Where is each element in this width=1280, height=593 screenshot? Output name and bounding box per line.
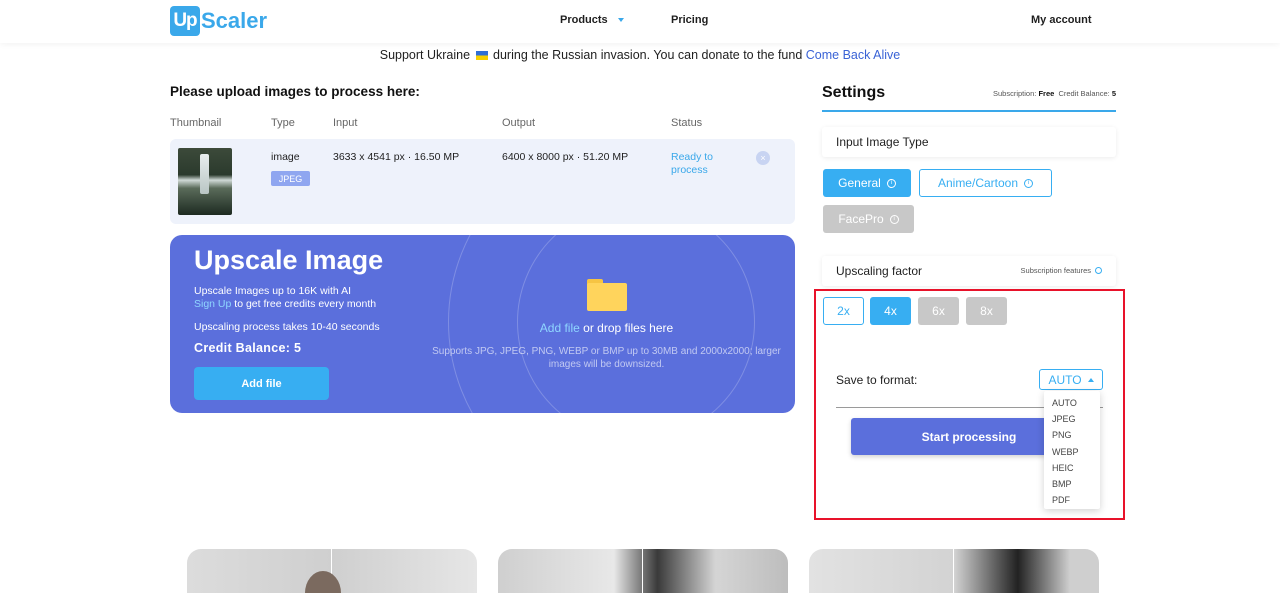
upscale-card: Upscale Image Upscale Images up to 16K w…: [170, 235, 795, 413]
upscale-title: Upscale Image: [194, 245, 384, 275]
logo-text: Scaler: [201, 8, 268, 33]
nav-products[interactable]: Products: [560, 14, 624, 26]
type-general-button[interactable]: General i: [823, 169, 911, 197]
process-time: Upscaling process takes 10-40 seconds: [194, 321, 380, 333]
drop-add-file-link[interactable]: Add file: [540, 321, 580, 335]
preview-image: [809, 549, 1099, 593]
column-header-status: Status: [671, 117, 703, 129]
file-row: image JPEG 3633 x 4541 px · 16.50 MP 640…: [170, 139, 795, 224]
drop-zone-text[interactable]: Add file or drop files here: [420, 321, 793, 335]
folder-icon[interactable]: [587, 279, 627, 311]
nav-account-label: My account: [1031, 14, 1092, 26]
type-anime-label: Anime/Cartoon: [937, 176, 1019, 190]
upload-title: Please upload images to process here:: [170, 84, 420, 99]
input-type-panel: Input Image Type: [822, 127, 1116, 157]
format-badge: JPEG: [271, 171, 310, 186]
subscription-features-label: Subscription features: [1020, 266, 1091, 275]
info-icon[interactable]: i: [886, 178, 896, 188]
type-facepro-button[interactable]: FacePro i: [823, 205, 914, 233]
upscale-description: Upscale Images up to 16K with AI: [194, 285, 352, 297]
status-text: Ready to process: [671, 151, 714, 176]
logo-mark: Up: [170, 6, 200, 36]
support-banner: Support Ukraine during the Russian invas…: [0, 48, 1280, 62]
settings-underline: [822, 110, 1116, 112]
supported-formats: Supports JPG, JPEG, PNG, WEBP or BMP up …: [432, 346, 781, 370]
subscription-label: Subscription:: [992, 89, 1037, 98]
column-header-type: Type: [271, 117, 295, 129]
upscaling-factor-label: Upscaling factor: [836, 264, 923, 278]
file-type: image: [271, 151, 300, 163]
drop-rest: or drop files here: [583, 321, 674, 335]
info-icon[interactable]: i: [889, 214, 899, 224]
subscription-info: Subscription: Free Credit Balance: 5: [993, 89, 1116, 98]
input-size: 3633 x 4541 px · 16.50 MP: [333, 151, 460, 163]
column-header-output: Output: [502, 117, 536, 129]
top-header: Up Scaler Products Pricing My account: [0, 0, 1280, 43]
credit-label: Credit Balance:: [1058, 89, 1110, 98]
column-header-thumbnail: Thumbnail: [170, 117, 222, 129]
preview-image: [498, 549, 788, 593]
info-icon: [1095, 267, 1102, 274]
type-anime-button[interactable]: Anime/Cartoon i: [919, 169, 1052, 197]
settings-title: Settings: [822, 84, 886, 101]
nav-pricing[interactable]: Pricing: [671, 14, 708, 26]
come-back-alive-link[interactable]: Come Back Alive: [806, 48, 900, 62]
banner-text-after: during the Russian invasion. You can don…: [493, 48, 803, 62]
highlight-box: [814, 289, 1125, 520]
sign-up-link[interactable]: Sign Up: [194, 298, 231, 310]
signup-line: Sign Up to get free credits every month: [194, 298, 376, 310]
remove-file-icon[interactable]: ×: [756, 151, 770, 165]
input-type-label: Input Image Type: [836, 135, 929, 149]
ukraine-flag-icon: [475, 51, 488, 60]
credit-value: 5: [1111, 89, 1116, 98]
subscription-features[interactable]: Subscription features: [1021, 266, 1102, 275]
image-thumbnail: [178, 148, 232, 215]
output-size: 6400 x 8000 px · 51.20 MP: [502, 151, 629, 163]
type-general-label: General: [838, 176, 881, 190]
nav-my-account[interactable]: My account: [1031, 14, 1092, 26]
credit-balance: Credit Balance: 5: [194, 341, 302, 355]
banner-text-before: Support Ukraine: [379, 48, 471, 62]
column-header-input: Input: [333, 117, 358, 129]
signup-rest: to get free credits every month: [234, 298, 377, 310]
upscaler-logo[interactable]: Up Scaler: [170, 5, 267, 37]
add-file-button[interactable]: Add file: [194, 367, 329, 400]
chevron-down-icon: [617, 18, 624, 22]
info-icon[interactable]: i: [1024, 178, 1034, 188]
nav-products-label: Products: [560, 14, 608, 26]
nav-pricing-label: Pricing: [671, 14, 709, 26]
preview-image: [187, 549, 477, 593]
subscription-value: Free: [1038, 89, 1055, 98]
type-facepro-label: FacePro: [838, 212, 884, 226]
